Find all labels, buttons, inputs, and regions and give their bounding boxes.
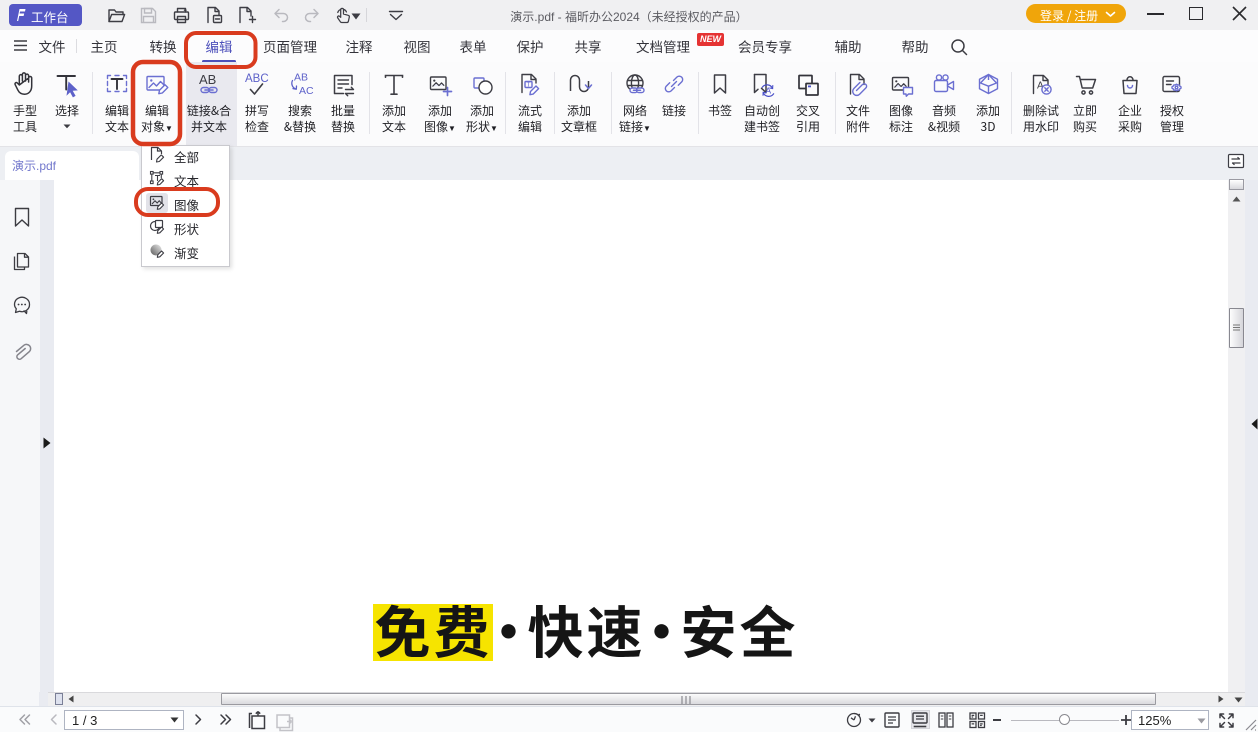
svg-text:AB: AB [199, 72, 216, 87]
svg-text:AC: AC [299, 85, 314, 97]
svg-text:A: A [765, 86, 771, 96]
svg-text:AB: AB [294, 72, 308, 84]
svg-text:T: T [527, 82, 531, 89]
svg-text:ABC: ABC [245, 73, 269, 85]
